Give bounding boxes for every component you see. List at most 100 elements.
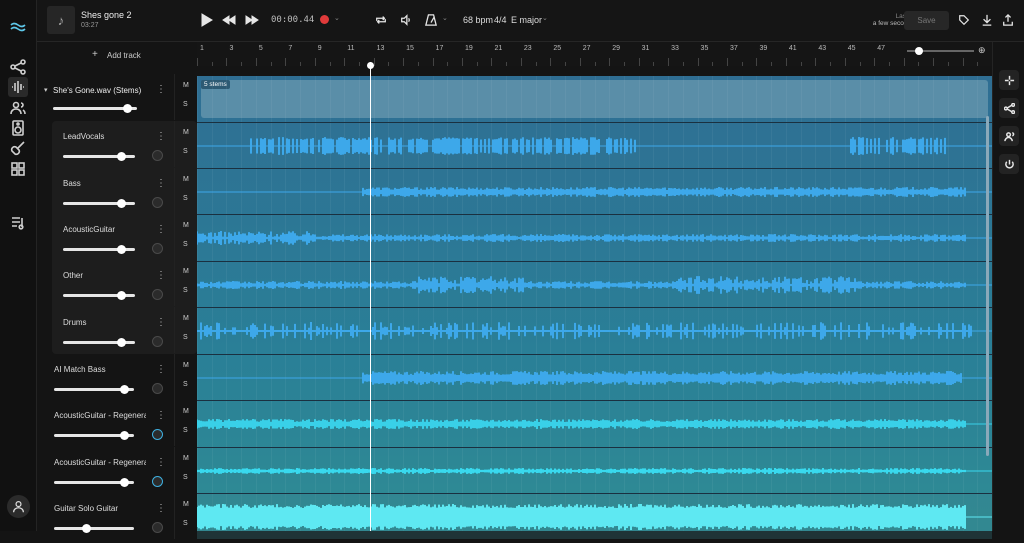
track-header[interactable]: LeadVocals ⋮: [37, 121, 197, 167]
volume-slider-knob[interactable]: [120, 431, 130, 440]
solo-button[interactable]: S: [183, 101, 188, 108]
solo-button[interactable]: S: [183, 381, 188, 388]
mute-button[interactable]: M: [183, 176, 189, 183]
volume-button[interactable]: [400, 14, 412, 26]
pan-knob[interactable]: [152, 476, 163, 487]
waveform-icon[interactable]: [8, 77, 28, 97]
track-header[interactable]: AcousticGuitar - Regenerat ⋮: [37, 400, 197, 446]
more-options-icon[interactable]: ⋮: [156, 365, 166, 375]
vertical-scrollbar[interactable]: [986, 116, 989, 456]
loop-button[interactable]: [375, 14, 387, 26]
key-dropdown-chevron-icon[interactable]: ⌄: [542, 14, 548, 22]
mute-button[interactable]: M: [183, 315, 189, 322]
track-name[interactable]: Bass: [63, 179, 133, 188]
record-dropdown-chevron-icon[interactable]: ⌄: [334, 14, 340, 22]
volume-slider[interactable]: [54, 385, 134, 394]
track-lane[interactable]: [197, 168, 992, 214]
volume-slider[interactable]: [63, 338, 135, 347]
metronome-button[interactable]: [425, 13, 437, 27]
waveform[interactable]: [197, 123, 992, 169]
track-name[interactable]: Other: [63, 271, 133, 280]
track-lane[interactable]: [196, 400, 992, 447]
more-options-icon[interactable]: ⋮: [156, 85, 166, 95]
guitar-icon[interactable]: [8, 138, 28, 158]
waveform-canvas[interactable]: 5 stems: [196, 76, 992, 539]
mute-button[interactable]: M: [183, 501, 189, 508]
pan-knob[interactable]: [152, 197, 163, 208]
waveform[interactable]: [196, 262, 992, 308]
save-button[interactable]: Save: [904, 11, 949, 30]
speaker-icon[interactable]: [8, 118, 28, 138]
track-header[interactable]: AI Match Bass ⋮: [37, 354, 197, 400]
solo-button[interactable]: S: [183, 520, 188, 527]
waveform[interactable]: [197, 355, 992, 401]
solo-button[interactable]: S: [183, 474, 188, 481]
track-lane[interactable]: [196, 307, 992, 354]
mute-button[interactable]: M: [183, 82, 189, 89]
track-name[interactable]: AI Match Bass: [54, 365, 146, 374]
pan-knob[interactable]: [152, 522, 163, 533]
project-title[interactable]: Shes gone 2: [81, 10, 132, 20]
track-lane[interactable]: [196, 447, 992, 494]
more-options-icon[interactable]: ⋮: [156, 458, 166, 468]
solo-button[interactable]: S: [183, 427, 188, 434]
download-button[interactable]: [981, 14, 993, 26]
key-value[interactable]: E major: [511, 15, 542, 25]
volume-slider-knob[interactable]: [116, 245, 126, 254]
volume-slider[interactable]: [63, 245, 135, 254]
volume-slider[interactable]: [54, 524, 134, 533]
waveform[interactable]: [196, 401, 992, 447]
volume-slider-knob[interactable]: [120, 478, 130, 487]
pan-knob[interactable]: [152, 336, 163, 347]
waveform[interactable]: [196, 448, 992, 494]
volume-slider[interactable]: [53, 104, 137, 113]
timeline-ruler[interactable]: 1 3 5 7 9 11 13 15 17 19 21 23 25 27 29 31 33 35 37 39 41 43 4…: [197, 42, 992, 66]
mute-button[interactable]: M: [183, 268, 189, 275]
volume-slider-knob[interactable]: [116, 152, 126, 161]
mute-button[interactable]: M: [183, 408, 189, 415]
track-header[interactable]: Other ⋮: [37, 260, 197, 306]
volume-slider-knob[interactable]: [116, 291, 126, 300]
track-lane[interactable]: [196, 493, 992, 539]
play-button[interactable]: [199, 13, 213, 27]
grid-apps-icon[interactable]: [8, 159, 28, 179]
track-name[interactable]: AcousticGuitar: [63, 225, 133, 234]
mute-button[interactable]: M: [183, 455, 189, 462]
more-options-icon[interactable]: ⋮: [156, 411, 166, 421]
volume-slider-knob[interactable]: [116, 338, 126, 347]
track-lane[interactable]: [196, 261, 992, 308]
rewind-button[interactable]: [222, 13, 236, 27]
more-options-icon[interactable]: ⋮: [156, 179, 166, 189]
mute-button[interactable]: M: [183, 222, 189, 229]
mute-button[interactable]: M: [183, 129, 189, 136]
pan-knob[interactable]: [152, 383, 163, 394]
more-options-icon[interactable]: ⋮: [156, 225, 166, 235]
ai-users-button[interactable]: [999, 126, 1019, 146]
volume-slider-knob[interactable]: [116, 199, 126, 208]
ai-share-button[interactable]: [999, 98, 1019, 118]
pan-knob[interactable]: [152, 289, 163, 300]
track-header[interactable]: Bass ⋮: [37, 168, 197, 214]
track-header[interactable]: AcousticGuitar ⋮: [37, 214, 197, 260]
time-signature[interactable]: 4/4: [494, 15, 507, 25]
solo-button[interactable]: S: [183, 334, 188, 341]
track-name[interactable]: AcousticGuitar - Regenerat: [54, 458, 146, 467]
group-name[interactable]: She's Gone.wav (Stems): [53, 86, 141, 95]
export-button[interactable]: [1002, 13, 1014, 26]
metronome-dropdown-chevron-icon[interactable]: ⌄: [442, 14, 448, 22]
volume-slider[interactable]: [54, 478, 134, 487]
add-track-button[interactable]: Add track: [107, 51, 141, 60]
track-name[interactable]: Drums: [63, 318, 133, 327]
collapse-triangle-icon[interactable]: ▾: [44, 86, 48, 94]
pan-knob[interactable]: [152, 150, 163, 161]
track-lane[interactable]: [197, 122, 992, 168]
pan-knob[interactable]: [152, 243, 163, 254]
volume-slider[interactable]: [63, 152, 135, 161]
waveform[interactable]: [196, 308, 992, 354]
zoom-slider-knob[interactable]: [915, 47, 923, 55]
user-avatar[interactable]: [7, 495, 30, 518]
track-header[interactable]: Guitar Solo Guitar ⋮: [37, 493, 197, 539]
more-options-icon[interactable]: ⋮: [156, 271, 166, 281]
track-lane[interactable]: [196, 214, 992, 260]
users-icon[interactable]: [8, 98, 28, 118]
